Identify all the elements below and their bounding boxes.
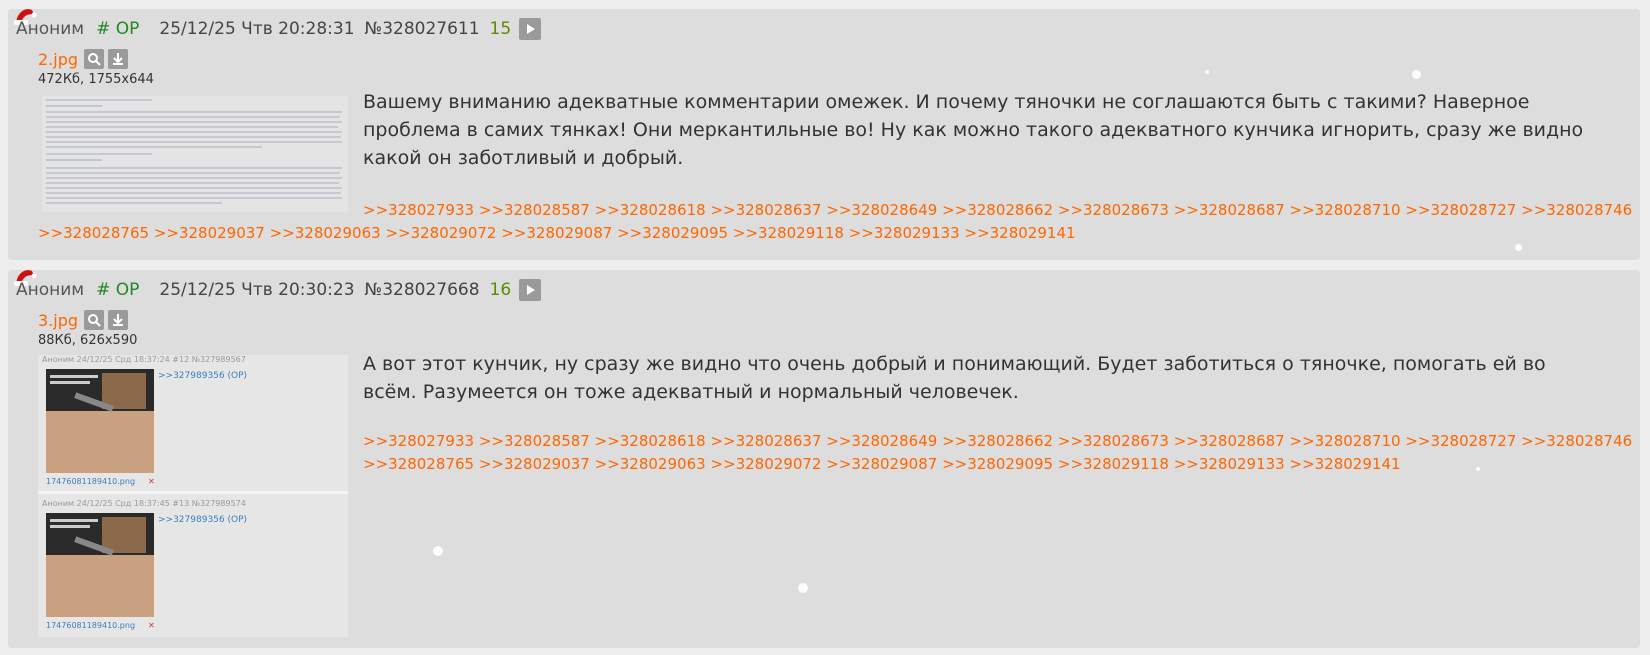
- reply-link[interactable]: >>328029118: [1058, 455, 1169, 473]
- play-button[interactable]: [519, 18, 542, 40]
- post-datetime: 25/12/25 Чтв 20:28:31: [159, 19, 355, 39]
- post-message: А вот этот кунчик, ну сразу же видно что…: [363, 353, 1546, 403]
- snowflake: [1412, 70, 1421, 79]
- reply-link[interactable]: >>328028673: [1058, 201, 1169, 219]
- play-icon: [527, 285, 536, 295]
- snowflake: [1205, 70, 1209, 74]
- reply-link[interactable]: >>328028687: [1174, 201, 1285, 219]
- reply-link[interactable]: >>328028673: [1058, 432, 1169, 450]
- file-meta: 472Кб, 1755x644: [38, 72, 154, 87]
- reply-link[interactable]: >>328029118: [733, 224, 844, 242]
- reply-link[interactable]: >>328029095: [942, 455, 1053, 473]
- file-info: 3.jpg: [38, 308, 132, 332]
- post-counter: 15: [489, 19, 512, 39]
- reply-link[interactable]: >>328029037: [479, 455, 590, 473]
- search-icon: [88, 53, 101, 66]
- search-image-button[interactable]: [84, 49, 105, 69]
- reply-link[interactable]: >>328028587: [479, 201, 590, 219]
- snowflake: [1515, 244, 1522, 251]
- post-message: Вашему вниманию адекватные комментарии о…: [363, 91, 1584, 169]
- post-header: Аноним # OP 25/12/25 Чтв 20:28:31 №32802…: [16, 17, 542, 41]
- reply-link[interactable]: >>328029141: [1290, 455, 1401, 473]
- post-counter: 16: [489, 280, 512, 300]
- reply-link[interactable]: >>328027933: [363, 201, 474, 219]
- file-name-link[interactable]: 3.jpg: [38, 311, 78, 330]
- reply-link[interactable]: >>328029063: [270, 224, 381, 242]
- reply-link[interactable]: >>328028637: [710, 432, 821, 450]
- reply-link[interactable]: >>328028710: [1290, 432, 1401, 450]
- reply-link[interactable]: >>328028765: [38, 224, 149, 242]
- reply-link[interactable]: >>328027933: [363, 432, 474, 450]
- poster-name: Аноним: [16, 280, 85, 300]
- thumb-card-header: Аноним 24/12/25 Срд 18:37:45 #13 №327989…: [42, 499, 246, 508]
- post: Аноним # OP 25/12/25 Чтв 20:28:31 №32802…: [8, 9, 1640, 260]
- thumb-card-reply: >>327989356 (OP): [158, 515, 248, 525]
- poster-name: Аноним: [16, 19, 85, 39]
- reply-link[interactable]: >>328028746: [1521, 201, 1632, 219]
- poster-trip: # OP: [96, 280, 140, 300]
- download-icon: [113, 314, 124, 326]
- reply-link[interactable]: >>328028746: [1521, 432, 1632, 450]
- poster-trip: # OP: [96, 19, 140, 39]
- replies-line: >>328028765 >>328029037 >>328029063 >>32…: [38, 222, 1076, 245]
- reply-link[interactable]: >>328029037: [154, 224, 265, 242]
- reply-link[interactable]: >>328028618: [595, 432, 706, 450]
- reply-link[interactable]: >>328028710: [1290, 201, 1401, 219]
- download-button[interactable]: [108, 49, 129, 69]
- reply-link[interactable]: >>328028637: [710, 201, 821, 219]
- reply-link[interactable]: >>328028727: [1405, 432, 1516, 450]
- file-meta: 88Кб, 626x590: [38, 333, 138, 348]
- reply-link[interactable]: >>328028662: [942, 201, 1053, 219]
- post-image-thumbnail[interactable]: Аноним 24/12/25 Срд 18:37:24 #12 №327989…: [38, 355, 348, 637]
- reply-link[interactable]: >>328029087: [826, 455, 937, 473]
- snowflake: [798, 583, 808, 593]
- reply-link[interactable]: >>328028687: [1174, 432, 1285, 450]
- download-button[interactable]: [108, 310, 129, 330]
- reply-link[interactable]: >>328029087: [501, 224, 612, 242]
- close-icon: ✕: [148, 621, 155, 630]
- post-number[interactable]: №328027611: [365, 19, 480, 39]
- play-button[interactable]: [519, 279, 542, 301]
- reply-link[interactable]: >>328028618: [595, 201, 706, 219]
- close-icon: ✕: [148, 477, 155, 486]
- reply-link[interactable]: >>328028649: [826, 201, 937, 219]
- snowflake: [433, 546, 443, 556]
- reply-link[interactable]: >>328028649: [826, 432, 937, 450]
- replies-line: >>328028765 >>328029037 >>328029063 >>32…: [363, 453, 1401, 476]
- replies-line: >>328027933 >>328028587 >>328028618 >>32…: [363, 199, 1632, 222]
- thumb-card-header: Аноним 24/12/25 Срд 18:37:24 #12 №327989…: [42, 355, 246, 364]
- search-icon: [88, 314, 101, 327]
- reply-link[interactable]: >>328029141: [965, 224, 1076, 242]
- file-name-link[interactable]: 2.jpg: [38, 50, 78, 69]
- post-image-thumbnail[interactable]: [42, 96, 348, 212]
- reply-link[interactable]: >>328028765: [363, 455, 474, 473]
- thumb-card-image: [46, 513, 154, 617]
- download-icon: [113, 53, 124, 65]
- post-datetime: 25/12/25 Чтв 20:30:23: [159, 280, 355, 300]
- thumb-card-filename: 17476081189410.png: [46, 621, 136, 630]
- search-image-button[interactable]: [84, 310, 105, 330]
- thumb-card-reply: >>327989356 (OP): [158, 371, 248, 381]
- snowflake: [1476, 467, 1480, 471]
- thumb-card-filename: 17476081189410.png: [46, 477, 136, 486]
- reply-link[interactable]: >>328028727: [1405, 201, 1516, 219]
- reply-link[interactable]: >>328029072: [385, 224, 496, 242]
- post-header: Аноним # OP 25/12/25 Чтв 20:30:23 №32802…: [16, 278, 542, 302]
- reply-link[interactable]: >>328029095: [617, 224, 728, 242]
- reply-link[interactable]: >>328029133: [1174, 455, 1285, 473]
- reply-link[interactable]: >>328029072: [710, 455, 821, 473]
- replies-line: >>328027933 >>328028587 >>328028618 >>32…: [363, 430, 1632, 453]
- reply-link[interactable]: >>328028662: [942, 432, 1053, 450]
- reply-link[interactable]: >>328029133: [849, 224, 960, 242]
- play-icon: [527, 24, 536, 34]
- reply-link[interactable]: >>328028587: [479, 432, 590, 450]
- thumb-card-image: [46, 369, 154, 473]
- reply-link[interactable]: >>328029063: [595, 455, 706, 473]
- post: Аноним # OP 25/12/25 Чтв 20:30:23 №32802…: [8, 270, 1640, 648]
- post-number[interactable]: №328027668: [365, 280, 480, 300]
- file-info: 2.jpg: [38, 47, 132, 71]
